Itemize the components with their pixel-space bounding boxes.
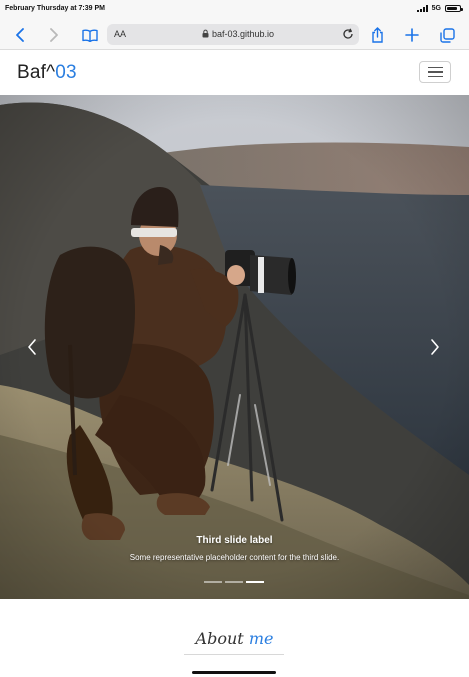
about-title-main: About (195, 629, 244, 648)
carousel-indicators (204, 581, 264, 583)
chevron-right-icon (431, 339, 439, 355)
chevron-left-icon (16, 28, 24, 42)
carousel-caption: Third slide label Some representative pl… (0, 535, 469, 562)
tabs-icon (439, 27, 455, 43)
about-divider (184, 654, 284, 655)
bookmarks-button[interactable] (80, 25, 100, 45)
brand-logo[interactable]: Baf^03 (17, 62, 77, 84)
reload-icon (343, 28, 353, 39)
share-button[interactable] (367, 25, 387, 45)
text-size-button[interactable]: AA (114, 29, 126, 39)
brand-accent: 03 (55, 62, 77, 83)
carousel-slide-image (0, 95, 469, 599)
brand-main: Baf^ (17, 62, 56, 83)
browser-toolbar: AA baf-03.github.io (0, 20, 469, 50)
book-icon (82, 29, 98, 42)
forward-button[interactable] (44, 25, 64, 45)
hero-carousel: Third slide label Some representative pl… (0, 95, 469, 599)
battery-icon (445, 5, 463, 12)
home-indicator[interactable] (192, 671, 276, 674)
carousel-next-button[interactable] (425, 337, 445, 357)
share-icon (371, 27, 383, 43)
chevron-left-icon (28, 339, 36, 355)
carousel-indicator-1[interactable] (204, 581, 222, 583)
caption-text: Some representative placeholder content … (129, 553, 340, 562)
tabs-button[interactable] (437, 25, 457, 45)
url-text: baf-03.github.io (212, 29, 275, 39)
hamburger-menu-button[interactable] (419, 61, 451, 83)
site-navbar: Baf^03 (0, 50, 469, 95)
back-button[interactable] (10, 25, 30, 45)
status-indicators: 5G (416, 5, 463, 12)
signal-icon (416, 5, 428, 12)
address-bar[interactable]: AA baf-03.github.io (107, 24, 359, 45)
carousel-prev-button[interactable] (22, 337, 42, 357)
carousel-indicator-2[interactable] (225, 581, 243, 583)
status-time: February Thursday at 7:39 PM (5, 5, 105, 12)
chevron-right-icon (50, 28, 58, 42)
reload-button[interactable] (340, 26, 356, 42)
plus-icon (405, 28, 419, 42)
status-bar: February Thursday at 7:39 PM 5G (0, 0, 469, 20)
lock-icon (202, 29, 209, 38)
about-section: About me (0, 599, 469, 677)
about-heading: About me (0, 629, 469, 648)
hamburger-icon (427, 66, 443, 69)
caption-title: Third slide label (196, 535, 273, 546)
new-tab-button[interactable] (402, 25, 422, 45)
carousel-indicator-3[interactable] (246, 581, 264, 583)
about-title-accent: me (248, 629, 274, 648)
network-label: 5G (431, 5, 441, 12)
